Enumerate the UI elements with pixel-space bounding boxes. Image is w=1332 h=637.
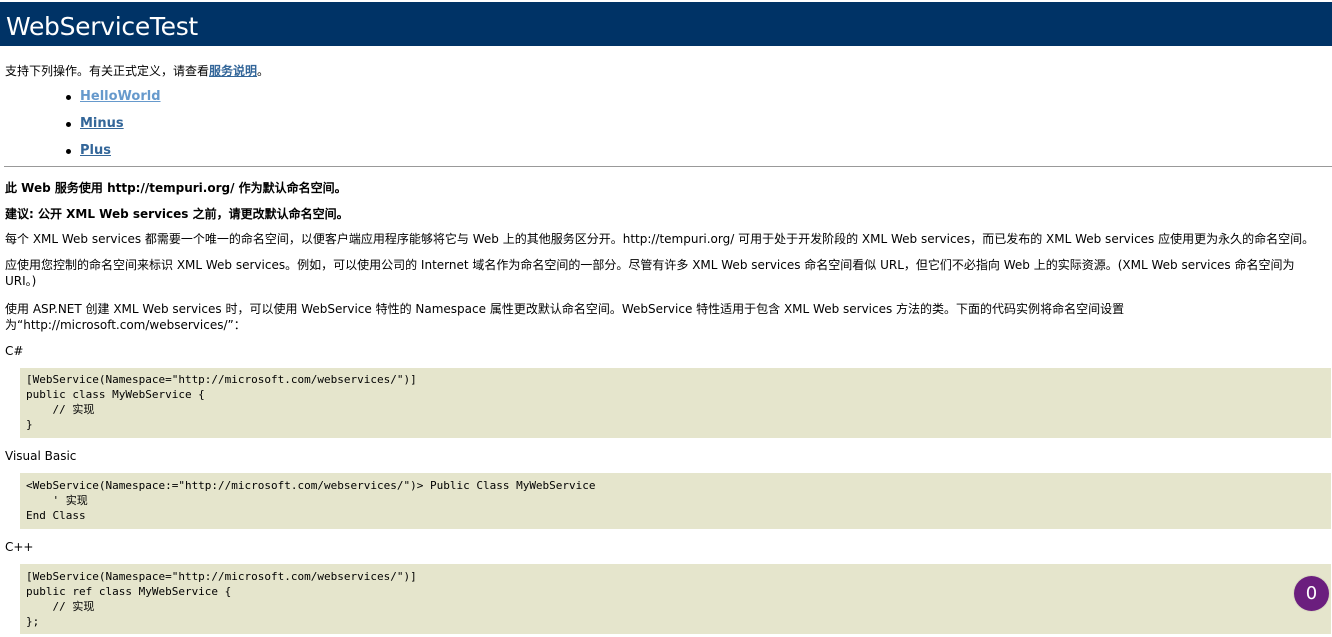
intro-text: 支持下列操作。有关正式定义，请查看服务说明。 — [5, 63, 1332, 79]
service-description-link[interactable]: 服务说明 — [209, 64, 257, 78]
notification-badge[interactable]: 0 — [1294, 576, 1329, 611]
operation-link-plus[interactable]: Plus — [80, 143, 111, 158]
namespace-paragraph-1: 每个 XML Web services 都需要一个唯一的命名空间，以便客户端应用… — [5, 232, 1315, 246]
operation-item-helloworld: HelloWorld — [66, 89, 1332, 105]
operation-link-helloworld[interactable]: HelloWorld — [80, 89, 161, 104]
namespace-paragraph-3: 使用 ASP.NET 创建 XML Web services 时，可以使用 We… — [5, 302, 1125, 332]
operation-item-minus: Minus — [66, 116, 1332, 132]
operation-link-minus[interactable]: Minus — [80, 116, 124, 131]
content-area: 支持下列操作。有关正式定义，请查看服务说明。 HelloWorld Minus … — [0, 63, 1332, 634]
notification-count: 0 — [1305, 583, 1318, 604]
namespace-paragraph-2: 应使用您控制的命名空间来标识 XML Web services。例如，可以使用公… — [5, 258, 1295, 288]
intro-suffix: 。 — [257, 64, 270, 78]
code-label-csharp: C# — [5, 344, 24, 358]
section-divider — [4, 166, 1332, 167]
default-namespace-notice: 此 Web 服务使用 http://tempuri.org/ 作为默认命名空间。 — [5, 181, 347, 195]
namespace-recommendation: 建议: 公开 XML Web services 之前，请更改默认命名空间。 — [5, 207, 349, 221]
code-label-visual-basic: Visual Basic — [5, 449, 77, 463]
intro-prefix: 支持下列操作。有关正式定义，请查看 — [5, 64, 210, 78]
code-block-cpp: [WebService(Namespace="http://microsoft.… — [20, 564, 1331, 634]
page: WebServiceTest 支持下列操作。有关正式定义，请查看服务说明。 He… — [0, 2, 1332, 634]
operation-item-plus: Plus — [66, 143, 1332, 159]
code-label-cpp: C++ — [5, 540, 34, 554]
operations-list: HelloWorld Minus Plus — [5, 89, 1332, 159]
code-block-csharp: [WebService(Namespace="http://microsoft.… — [20, 368, 1331, 438]
code-block-visual-basic: <WebService(Namespace:="http://microsoft… — [20, 473, 1331, 529]
page-header: WebServiceTest — [0, 2, 1332, 46]
page-title: WebServiceTest — [6, 12, 198, 41]
